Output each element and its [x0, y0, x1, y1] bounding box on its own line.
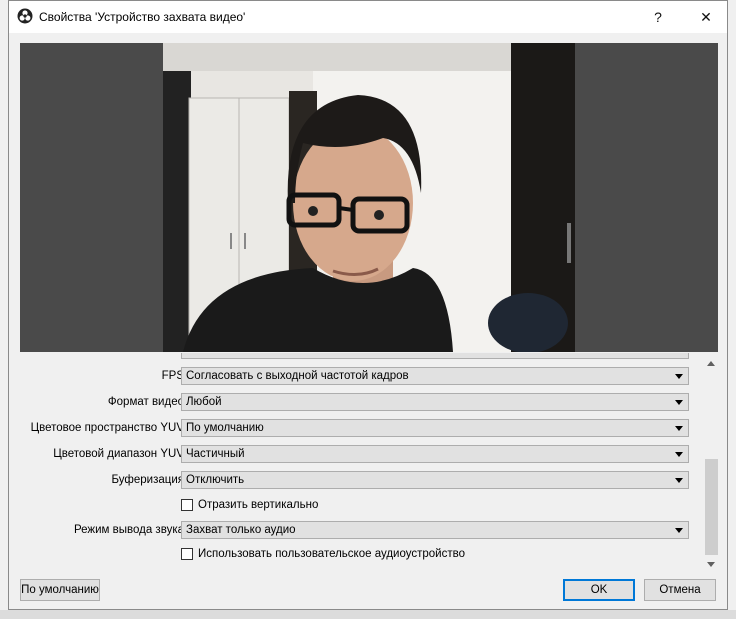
scroll-thumb[interactable] — [705, 459, 718, 555]
video-format-combo[interactable]: Любой — [181, 393, 689, 411]
color-range-combo[interactable]: Частичный — [181, 445, 689, 463]
row-flip-vertical: Отразить вертикально — [20, 496, 704, 518]
background-app-right — [728, 0, 736, 619]
color-space-combo[interactable]: По умолчанию — [181, 419, 689, 437]
webcam-image — [163, 43, 575, 352]
buffering-combo[interactable]: Отключить — [181, 471, 689, 489]
vertical-scrollbar[interactable] — [704, 353, 719, 573]
row-audio-output: Режим вывода звука Захват только аудио — [20, 520, 704, 542]
chevron-down-icon — [675, 528, 683, 533]
close-button[interactable]: ✕ — [685, 1, 727, 33]
row-fps: FPS Согласовать с выходной частотой кадр… — [20, 366, 704, 388]
video-format-label: Формат видео — [107, 396, 184, 408]
video-preview — [20, 43, 718, 352]
buffering-value: Отключить — [186, 474, 245, 486]
properties-form: FPS Согласовать с выходной частотой кадр… — [20, 353, 704, 573]
chevron-down-icon — [675, 400, 683, 405]
defaults-button[interactable]: По умолчанию — [20, 579, 100, 601]
color-space-value: По умолчанию — [186, 422, 264, 434]
scroll-up-icon[interactable] — [707, 361, 715, 366]
fps-combo[interactable]: Согласовать с выходной частотой кадров — [181, 367, 689, 385]
background-app-bottom — [0, 610, 736, 619]
fps-value: Согласовать с выходной частотой кадров — [186, 370, 409, 382]
scroll-down-icon[interactable] — [707, 562, 715, 567]
color-range-label: Цветовой диапазон YUV — [53, 448, 184, 460]
cancel-button[interactable]: Отмена — [644, 579, 716, 601]
audio-output-value: Захват только аудио — [186, 524, 296, 536]
row-color-space: Цветовое пространство YUV По умолчанию — [20, 418, 704, 440]
buffering-label: Буферизация — [111, 474, 185, 486]
ok-button[interactable]: OK — [563, 579, 635, 601]
obs-logo-icon — [17, 8, 33, 24]
row-buffering: Буферизация Отключить — [20, 470, 704, 492]
row-custom-audio: Использовать пользовательское аудиоустро… — [20, 545, 704, 567]
row-video-format: Формат видео Любой — [20, 392, 704, 414]
video-format-value: Любой — [186, 396, 222, 408]
chevron-down-icon — [675, 452, 683, 457]
flip-vertical-checkbox[interactable] — [181, 499, 193, 511]
title-bar: Свойства 'Устройство захвата видео' ? ✕ — [9, 1, 727, 33]
row-color-range: Цветовой диапазон YUV Частичный — [20, 444, 704, 466]
custom-audio-checkbox[interactable] — [181, 548, 193, 560]
custom-audio-label[interactable]: Использовать пользовательское аудиоустро… — [198, 548, 465, 560]
chevron-down-icon — [675, 426, 683, 431]
audio-output-label: Режим вывода звука — [73, 524, 184, 536]
window-title: Свойства 'Устройство захвата видео' — [39, 10, 246, 24]
color-range-value: Частичный — [186, 448, 245, 460]
color-space-label: Цветовое пространство YUV — [30, 422, 184, 434]
cutoff-combo[interactable] — [181, 353, 689, 359]
help-button[interactable]: ? — [637, 1, 679, 33]
chevron-down-icon — [675, 374, 683, 379]
audio-output-combo[interactable]: Захват только аудио — [181, 521, 689, 539]
cutoff-row — [20, 353, 704, 362]
webcam-frame — [163, 43, 575, 352]
chevron-down-icon — [675, 478, 683, 483]
properties-dialog: Свойства 'Устройство захвата видео' ? ✕ — [8, 0, 728, 610]
background-app-left — [0, 0, 8, 619]
flip-vertical-label[interactable]: Отразить вертикально — [198, 499, 318, 511]
